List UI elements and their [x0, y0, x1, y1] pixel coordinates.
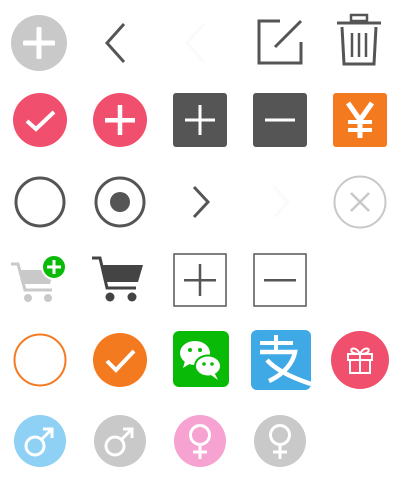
- chevron-left-faint-icon[interactable]: [180, 20, 214, 66]
- circle-outline-orange-icon[interactable]: [13, 333, 67, 387]
- chevron-left-icon[interactable]: [100, 20, 134, 66]
- radio-checked-icon[interactable]: [94, 176, 146, 228]
- gift-circle-icon[interactable]: [331, 331, 389, 389]
- male-blue-icon[interactable]: [14, 415, 66, 467]
- chevron-right-icon[interactable]: [186, 182, 216, 222]
- plus-circle-red-icon[interactable]: [93, 93, 147, 147]
- cart-add-icon[interactable]: [10, 254, 66, 306]
- wechat-icon[interactable]: [173, 331, 229, 387]
- plus-square-outline-icon[interactable]: [173, 253, 227, 307]
- yen-square-orange-icon[interactable]: [333, 93, 387, 147]
- plus-circle-gray-icon[interactable]: [11, 15, 67, 71]
- male-gray-icon[interactable]: [94, 415, 146, 467]
- minus-square-dark-icon[interactable]: [253, 93, 307, 147]
- female-gray-icon[interactable]: [254, 415, 306, 467]
- edit-icon[interactable]: [256, 18, 304, 66]
- chevron-right-faint-icon[interactable]: [266, 182, 296, 222]
- female-pink-icon[interactable]: [174, 415, 226, 467]
- radio-unchecked-icon[interactable]: [14, 176, 66, 228]
- alipay-icon[interactable]: [251, 330, 311, 390]
- check-circle-orange-icon[interactable]: [93, 333, 147, 387]
- plus-square-dark-icon[interactable]: [173, 93, 227, 147]
- close-circle-outline-icon[interactable]: [333, 175, 387, 229]
- cart-icon[interactable]: [90, 254, 146, 306]
- trash-icon[interactable]: [334, 13, 384, 67]
- minus-square-outline-icon[interactable]: [253, 253, 307, 307]
- check-circle-red-icon[interactable]: [13, 93, 67, 147]
